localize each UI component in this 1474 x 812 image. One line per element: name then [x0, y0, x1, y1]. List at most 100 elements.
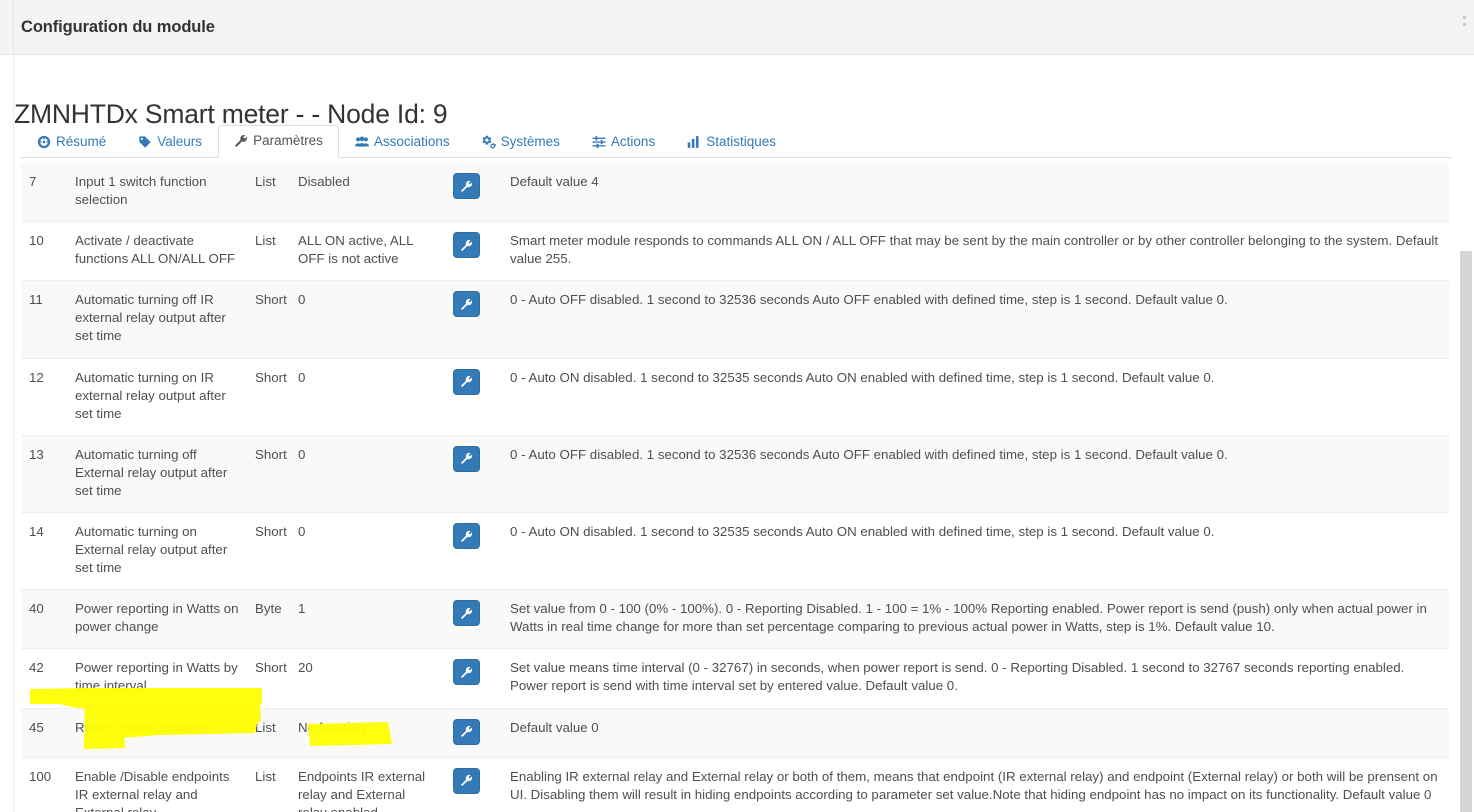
edit-parameter-button[interactable] [453, 718, 480, 745]
parameters-table-body: 7 Input 1 switch function selection List… [21, 163, 1449, 812]
edit-parameter-button[interactable] [453, 445, 480, 472]
table-row: 40 Power reporting in Watts on power cha… [21, 589, 1449, 649]
tab-label: Valeurs [157, 134, 203, 150]
scrollbar-thumb[interactable] [1460, 251, 1472, 812]
param-value: 0 [298, 446, 306, 462]
page-body: ZMNHTDx Smart meter - - Node Id: 9 Résum… [13, 55, 1474, 812]
window-header: Configuration du module [0, 0, 1474, 55]
param-value: 20 [298, 660, 313, 676]
param-number: 12 [29, 369, 44, 385]
param-description: Enabling IR external relay and External … [510, 768, 1438, 802]
param-edit-cell [445, 435, 502, 512]
parameters-table-container: 7 Input 1 switch function selection List… [21, 163, 1449, 812]
param-description: Set value means time interval (0 - 32767… [510, 660, 1405, 694]
tab-resume[interactable]: Résumé [21, 126, 122, 158]
table-row: 7 Input 1 switch function selection List… [21, 163, 1449, 222]
param-name: Automatic turning off External relay out… [75, 446, 228, 498]
param-name: Automatic turning off IR external relay … [75, 292, 226, 344]
wrench-icon [460, 453, 473, 465]
window-header-handle-icon [1463, 16, 1469, 26]
param-description: Set value from 0 - 100 (0% - 100%). 0 - … [510, 601, 1427, 635]
param-description: 0 - Auto OFF disabled. 1 second to 32536… [510, 292, 1228, 308]
param-edit-cell [445, 222, 502, 281]
tab-label: Associations [373, 134, 450, 150]
tab-valeurs[interactable]: Valeurs [122, 126, 218, 158]
users-icon [354, 135, 369, 149]
param-description: Smart meter module responds to commands … [510, 233, 1439, 267]
parameters-table: 7 Input 1 switch function selection List… [21, 163, 1449, 812]
param-value: No function [298, 719, 366, 735]
dashboard-icon [37, 135, 51, 149]
param-edit-cell [445, 513, 502, 590]
vertical-scrollbar[interactable] [1458, 55, 1474, 812]
wrench-icon [460, 239, 473, 251]
param-edit-cell [445, 358, 502, 435]
param-edit-cell [445, 649, 502, 708]
device-tabs: Résumé Valeurs Paramètres Associations S… [21, 123, 1451, 158]
wrench-icon [460, 180, 473, 192]
wrench-icon [460, 375, 473, 388]
param-value: Disabled [298, 174, 350, 189]
edit-parameter-button[interactable] [453, 232, 480, 259]
param-name: Activate / deactivate functions ALL ON/A… [75, 233, 236, 267]
param-number: 42 [29, 660, 44, 676]
wrench-icon [460, 774, 473, 787]
gears-icon [482, 135, 496, 149]
edit-parameter-button[interactable] [453, 291, 480, 318]
param-name: Automatic turning on External relay outp… [75, 524, 228, 576]
tab-label: Actions [610, 134, 656, 150]
param-edit-cell [445, 281, 502, 358]
param-name: Enable /Disable endpoints IR external re… [75, 768, 230, 812]
param-name: Input 1 switch function selection [75, 174, 207, 208]
scrollbar-arrow-up-icon[interactable] [1460, 215, 1472, 225]
param-number: 13 [29, 446, 44, 462]
param-edit-cell [445, 708, 502, 757]
param-number: 7 [29, 174, 37, 189]
param-value: 0 [298, 369, 306, 385]
param-name: Power reporting in Watts by time interva… [75, 660, 238, 694]
param-type: Short [255, 524, 287, 540]
edit-parameter-button[interactable] [453, 523, 480, 550]
param-value: Endpoints IR external relay and External… [298, 768, 426, 812]
table-row: 42 Power reporting in Watts by time inte… [21, 648, 1449, 709]
wrench-icon [460, 607, 473, 619]
table-row: 14 Automatic turning on External relay o… [21, 512, 1449, 590]
window-title: Configuration du module [21, 17, 215, 36]
wrench-icon [460, 530, 473, 542]
param-edit-cell [445, 163, 502, 222]
table-row: 100 Enable /Disable endpoints IR externa… [21, 757, 1449, 812]
param-type: Short [255, 660, 287, 676]
table-row: 13 Automatic turning off External relay … [21, 435, 1449, 513]
param-type: Byte [255, 601, 282, 617]
edit-parameter-button[interactable] [453, 600, 480, 627]
param-description: Default value 4 [510, 174, 599, 189]
wrench-icon [234, 134, 248, 148]
table-row: 12 Automatic turning on IR external rela… [21, 358, 1449, 436]
param-name: Power reporting in Watts on power change [75, 601, 239, 635]
edit-parameter-button[interactable] [453, 659, 480, 686]
param-description: 0 - Auto OFF disabled. 1 second to 32536… [510, 446, 1228, 462]
param-description: Default value 0 [510, 719, 599, 735]
param-type: List [255, 768, 276, 784]
tab-label: Systèmes [500, 134, 560, 150]
param-number: 100 [29, 768, 52, 784]
param-type: Short [255, 369, 287, 385]
edit-parameter-button[interactable] [453, 767, 480, 794]
edit-parameter-button[interactable] [453, 368, 480, 395]
edit-parameter-button[interactable] [453, 173, 480, 199]
tab-systemes[interactable]: Systèmes [466, 126, 576, 158]
tab-label: Statistiques [706, 134, 776, 150]
tab-actions[interactable]: Actions [576, 126, 671, 158]
tab-statistiques[interactable]: Statistiques [671, 126, 792, 158]
param-number: 11 [29, 292, 43, 308]
tab-label: Résumé [56, 134, 107, 150]
param-edit-cell [445, 590, 502, 649]
param-type: List [255, 719, 276, 735]
param-value: 1 [298, 601, 306, 617]
module-configuration-window: Configuration du module ZMNHTDx Smart me… [0, 0, 1474, 812]
param-name: Automatic turning on IR external relay o… [75, 369, 226, 421]
wrench-icon [460, 298, 473, 310]
param-type: List [255, 233, 276, 249]
tab-parametres[interactable]: Paramètres [218, 125, 339, 158]
tab-associations[interactable]: Associations [339, 126, 466, 158]
